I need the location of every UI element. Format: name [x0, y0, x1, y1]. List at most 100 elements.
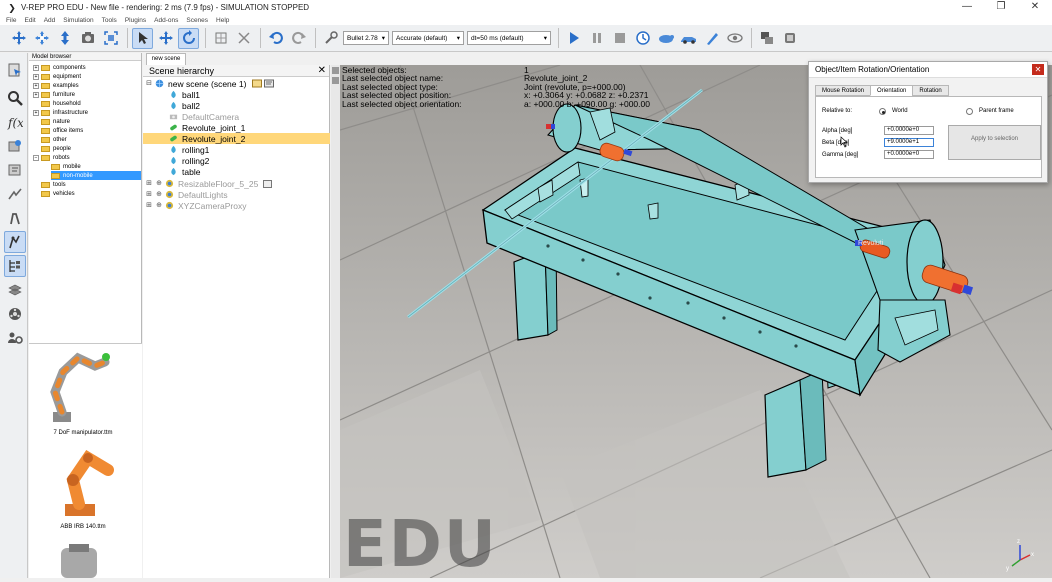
scene-hierarchy-toggle-icon[interactable]	[4, 255, 26, 277]
hierarchy-item-revolute-joint-2[interactable]: Revolute_joint_2	[143, 133, 330, 144]
maximize-button[interactable]: ❐	[984, 0, 1018, 15]
accuracy-select[interactable]: Accurate (default) ▾	[392, 31, 464, 45]
page-selector-icon[interactable]	[756, 28, 777, 49]
menu-add[interactable]: Add	[44, 17, 56, 24]
calculation-modules-icon[interactable]: f(x)	[4, 111, 26, 133]
redo-icon[interactable]	[288, 28, 309, 49]
menu-simulation[interactable]: Simulation	[63, 17, 93, 24]
hierarchy-item-resizablefloor[interactable]: ⊞ ⊕ ResizableFloor_5_25	[145, 178, 332, 189]
collapse-icon[interactable]: ⊟	[145, 80, 153, 88]
folder-item[interactable]: other	[41, 135, 67, 144]
folder-item[interactable]: + examples	[33, 81, 79, 90]
menu-file[interactable]: File	[6, 17, 16, 24]
folder-item[interactable]: tools	[41, 180, 66, 189]
gamma-field[interactable]: +0.0000e+0	[884, 150, 934, 159]
folder-item[interactable]: mobile	[51, 162, 81, 171]
engine-settings-icon[interactable]	[320, 28, 341, 49]
speed-up-icon[interactable]	[678, 28, 699, 49]
search-icon[interactable]	[4, 87, 26, 109]
menu-help[interactable]: Help	[216, 17, 229, 24]
real-time-icon[interactable]	[632, 28, 653, 49]
panel-splitter[interactable]	[331, 65, 340, 578]
folder-item[interactable]: + equipment	[33, 72, 81, 81]
folder-item[interactable]: + furniture	[33, 90, 75, 99]
hierarchy-item-xyzcameraproxy[interactable]: ⊞ ⊕ XYZCameraProxy	[145, 200, 332, 211]
shape-edit-icon[interactable]	[4, 183, 26, 205]
hierarchy-item-rolling1[interactable]: rolling1	[169, 144, 356, 155]
script-icon[interactable]	[252, 79, 263, 88]
expand-icon[interactable]: +	[33, 91, 39, 98]
assemble-icon[interactable]	[210, 28, 231, 49]
undo-icon[interactable]	[265, 28, 286, 49]
pause-simulation-button[interactable]	[586, 28, 607, 49]
camera-pan-icon[interactable]	[8, 28, 29, 49]
model-thumbnail[interactable]: 7 DoF manipulator.ttm	[33, 350, 133, 436]
script-icon[interactable]	[263, 179, 273, 188]
scripts-icon[interactable]	[4, 159, 26, 181]
hierarchy-item-rolling2[interactable]: rolling2	[169, 155, 356, 166]
close-icon[interactable]: ✕	[318, 65, 326, 77]
hierarchy-item-table[interactable]: table	[169, 166, 356, 177]
transfer-dna-icon[interactable]	[233, 28, 254, 49]
physics-engine-select[interactable]: Bullet 2.78 ▾	[343, 31, 389, 45]
folder-item[interactable]: nature	[41, 117, 70, 126]
folder-item[interactable]: + infrastructure	[33, 108, 88, 117]
scene-object-properties-icon[interactable]	[4, 59, 26, 81]
expand-icon[interactable]: +	[33, 73, 39, 80]
folder-item[interactable]: office items	[41, 126, 83, 135]
apply-to-selection-button[interactable]: Apply to selection	[948, 125, 1041, 160]
minimize-button[interactable]: —	[950, 0, 984, 15]
model-thumbnail[interactable]	[33, 542, 133, 582]
camera-shift-icon[interactable]	[54, 28, 75, 49]
menu-edit[interactable]: Edit	[24, 17, 35, 24]
tab-mouse-rotation[interactable]: Mouse Rotation	[815, 85, 872, 96]
object-rotate-icon[interactable]	[178, 27, 199, 49]
expand-icon[interactable]: +	[33, 64, 39, 71]
close-icon[interactable]: ✕	[1032, 64, 1044, 75]
model-thumbnail[interactable]: ABB IRB 140.ttm	[33, 444, 133, 530]
collections-icon[interactable]	[4, 135, 26, 157]
world-radio[interactable]	[879, 108, 886, 115]
layers-icon[interactable]	[4, 279, 26, 301]
menu-scenes[interactable]: Scenes	[186, 17, 208, 24]
close-window-button[interactable]: ✕	[1018, 0, 1052, 15]
alpha-field[interactable]: +0.0000e+0	[884, 126, 934, 135]
expand-icon[interactable]: ⊞	[145, 180, 153, 188]
stop-simulation-button[interactable]	[609, 28, 630, 49]
hierarchy-item-defaultlights[interactable]: ⊞ ⊕ DefaultLights	[145, 189, 332, 200]
folder-item[interactable]: + components	[33, 63, 86, 72]
visualization-toggle-icon[interactable]	[724, 28, 745, 49]
path-edit-icon[interactable]	[4, 207, 26, 229]
folder-item[interactable]: − robots	[33, 153, 70, 162]
folder-item[interactable]: vehicles	[41, 189, 75, 198]
object-shift-icon[interactable]	[155, 28, 176, 49]
hierarchy-item-ball2[interactable]: ball2	[169, 100, 356, 111]
slow-down-icon[interactable]	[655, 28, 676, 49]
hierarchy-item-revolute-joint-1[interactable]: Revolute_joint_1	[169, 122, 356, 133]
timestep-select[interactable]: dt=50 ms (default) ▾	[467, 31, 551, 45]
collapse-icon[interactable]: −	[33, 154, 39, 161]
folder-item[interactable]: household	[41, 99, 81, 108]
start-simulation-button[interactable]	[563, 28, 584, 49]
menu-addons[interactable]: Add-ons	[154, 17, 178, 24]
folder-item[interactable]: people	[41, 144, 71, 153]
camera-angle-icon[interactable]	[77, 28, 98, 49]
beta-field[interactable]: +9.0000e+1	[884, 138, 934, 147]
hierarchy-item-defaultcamera[interactable]: DefaultCamera	[169, 111, 356, 122]
menu-plugins[interactable]: Plugins	[125, 17, 146, 24]
expand-icon[interactable]: +	[33, 82, 39, 89]
click-select-icon[interactable]	[132, 27, 153, 49]
parent-frame-radio[interactable]	[966, 108, 973, 115]
expand-icon[interactable]: ⊞	[145, 191, 153, 199]
folder-item-selected[interactable]: non-mobile	[51, 171, 141, 180]
camera-rotate-icon[interactable]	[31, 28, 52, 49]
expand-icon[interactable]: +	[33, 109, 39, 116]
thread-rendering-icon[interactable]	[701, 28, 722, 49]
scene-root-item[interactable]: ⊟ new scene (scene 1)	[145, 78, 332, 89]
tab-orientation[interactable]: Orientation	[870, 85, 914, 96]
fit-to-view-icon[interactable]	[100, 28, 121, 49]
tab-rotation[interactable]: Rotation	[912, 85, 949, 96]
scene-selector-icon[interactable]	[779, 28, 800, 49]
expand-icon[interactable]: ⊞	[145, 202, 153, 210]
menu-tools[interactable]: Tools	[102, 17, 117, 24]
